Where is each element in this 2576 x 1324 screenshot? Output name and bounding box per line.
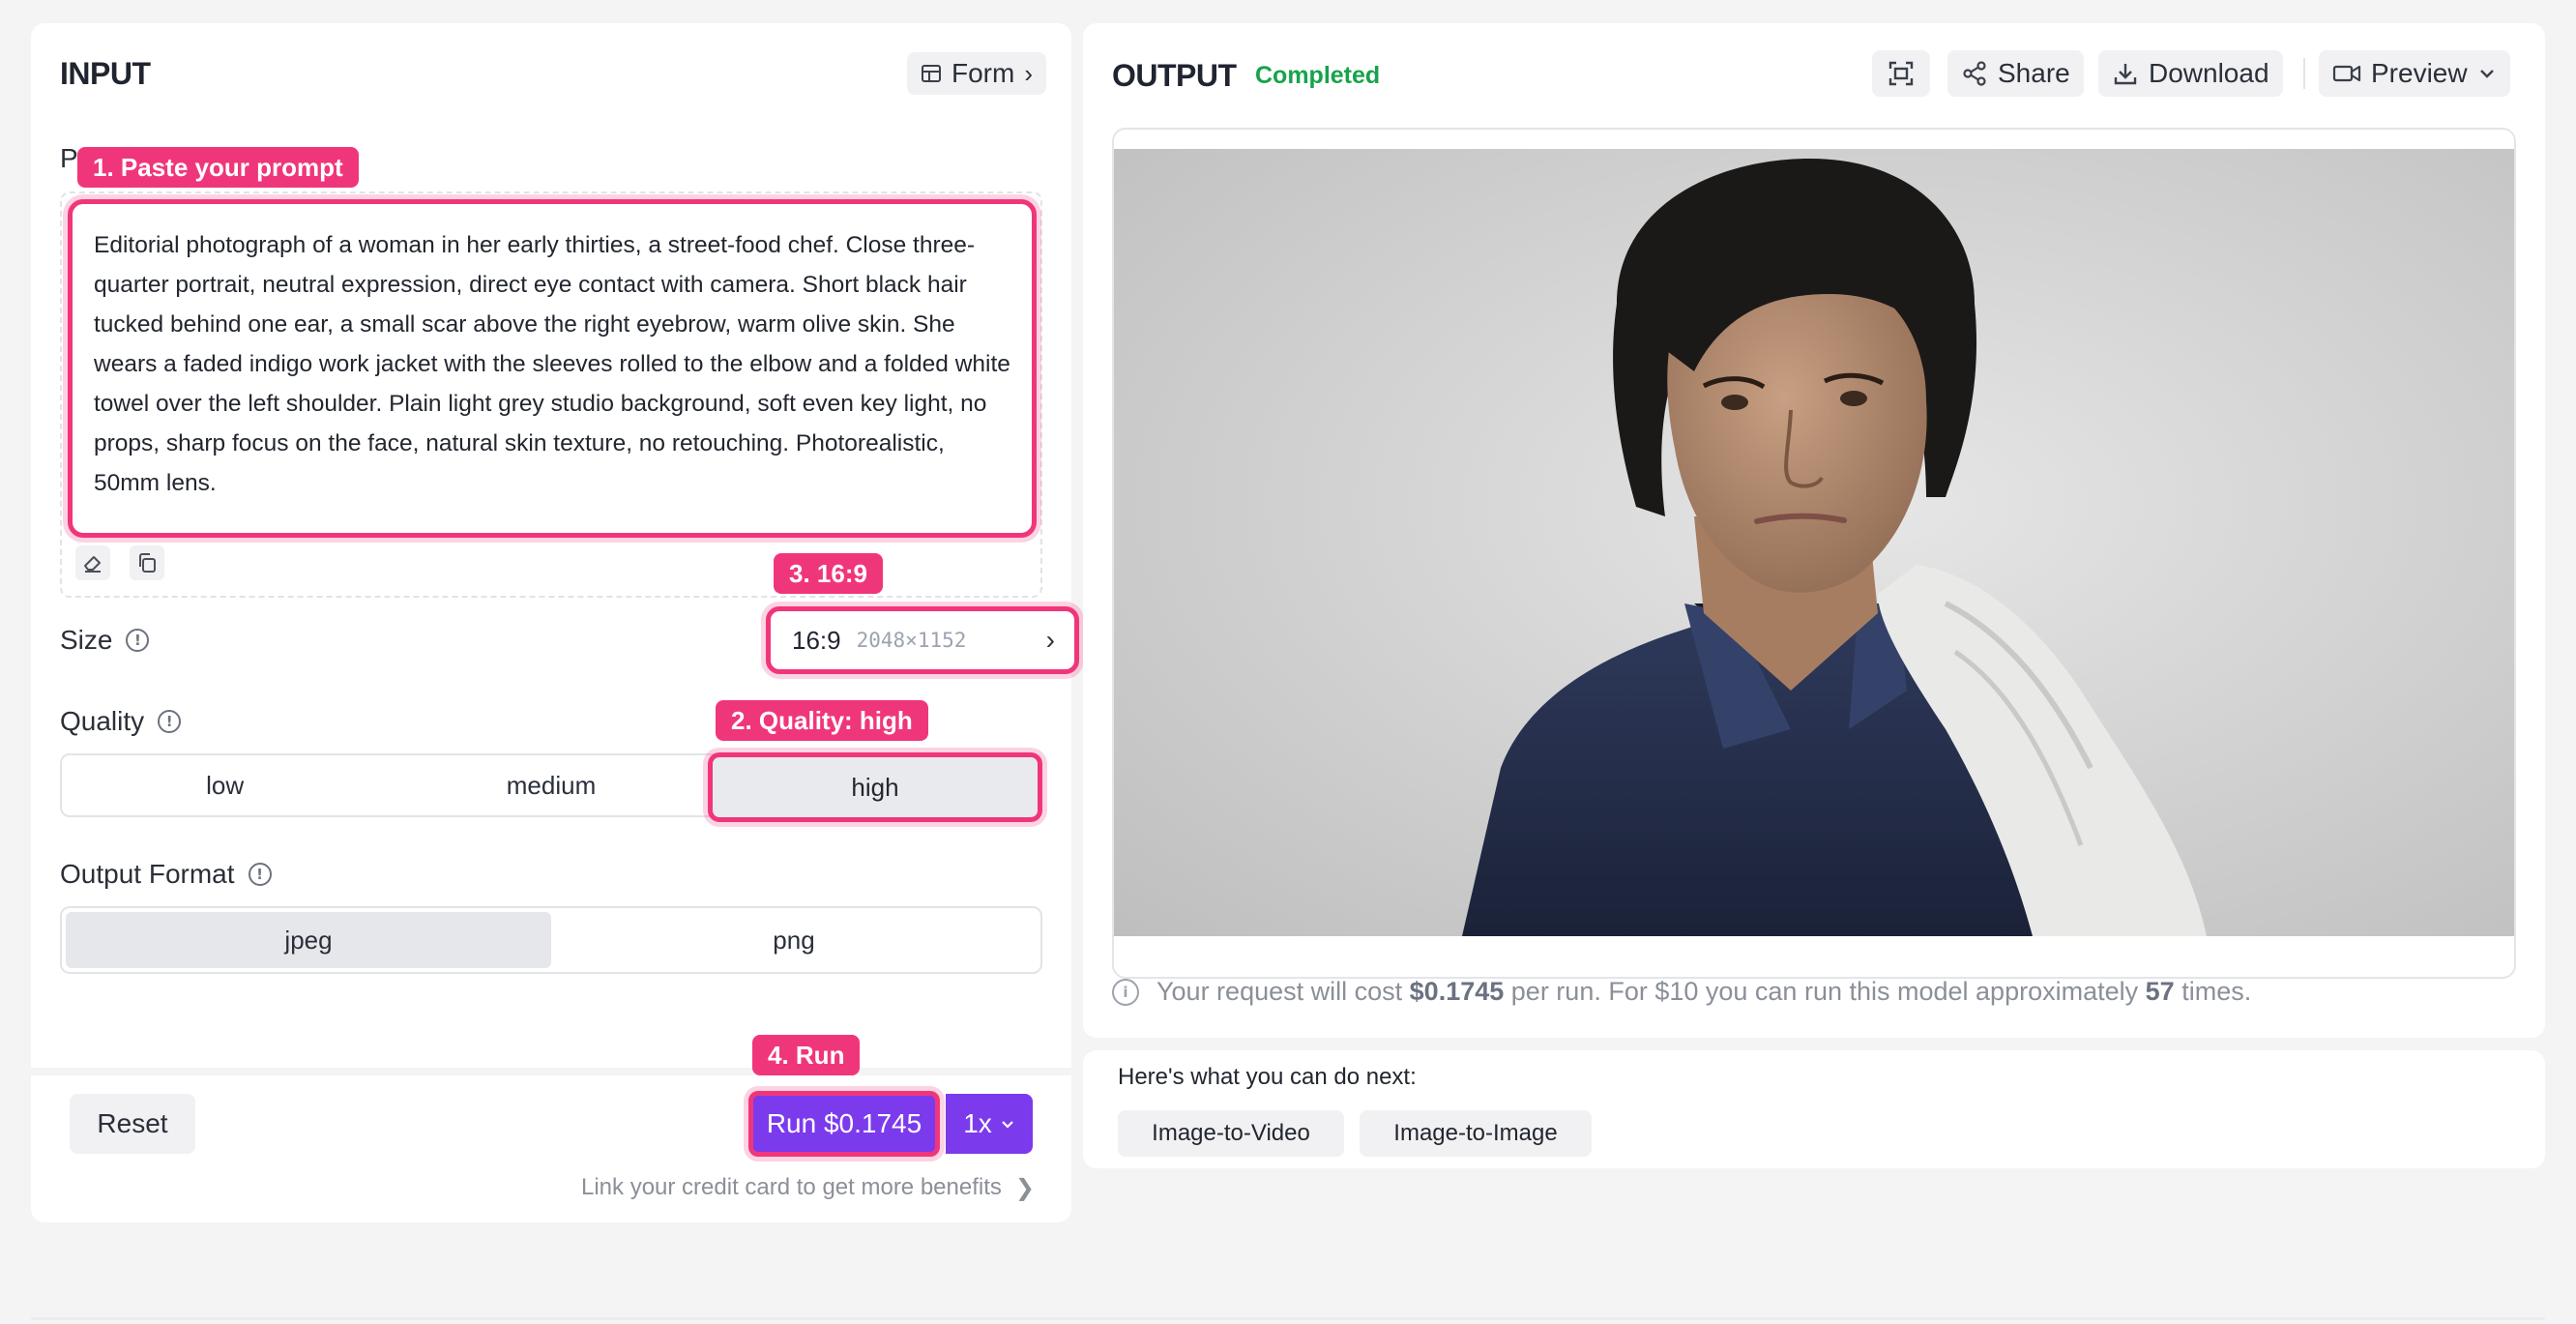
size-select[interactable]: 16:9 2048×1152 › [766,606,1079,674]
output-format-label: Output Format [60,859,235,889]
link-credit-card-link[interactable]: Link your credit card to get more benefi… [581,1174,1035,1202]
status-badge: Completed [1255,62,1381,89]
bottom-divider [31,1317,2545,1320]
step-badge-prompt: 1. Paste your prompt [77,147,359,188]
run-button[interactable]: Run $0.1745 [748,1091,940,1157]
cost-middle: per run. For $10 you can run this model … [1510,977,2139,1006]
download-label: Download [2149,58,2269,88]
quality-option-high[interactable]: high [708,752,1042,822]
output-format-selector: jpeg png [60,906,1042,974]
chevron-down-icon [2479,70,2494,78]
video-camera-icon [2332,65,2361,82]
format-option-png[interactable]: png [551,912,1037,968]
output-panel: OUTPUT Completed Share Download Preview [1083,23,2545,1038]
clear-prompt-button[interactable] [75,545,110,580]
fullscreen-button[interactable] [1872,50,1930,97]
next-steps-heading: Here's what you can do next: [1118,1064,1417,1090]
step-badge-quality: 2. Quality: high [716,700,928,741]
output-image-frame [1112,128,2516,979]
eraser-icon [84,556,101,573]
run-multiplier-value: 1x [963,1108,992,1138]
cost-count: 57 [2145,977,2175,1006]
size-dimensions: 2048×1152 [856,629,967,652]
footer-divider [31,1068,1071,1075]
info-icon[interactable]: ! [126,629,150,652]
output-image[interactable] [1114,149,2514,936]
share-button[interactable]: Share [1947,50,2084,97]
size-label: Size [60,625,113,655]
size-label-row: Size ! [60,625,150,656]
output-title: OUTPUT [1112,58,1237,93]
share-label: Share [1998,58,2070,88]
chevron-right-icon: › [1024,58,1033,88]
quality-option-medium[interactable]: medium [388,755,714,815]
input-panel: INPUT Form › P Editorial photograph of a… [31,23,1079,1222]
credit-link-text: Link your credit card to get more benefi… [581,1174,1002,1200]
share-icon [1963,61,1986,86]
info-icon[interactable]: ! [158,710,182,733]
chevron-right-icon: ❯ [1014,1175,1035,1201]
chevron-right-icon: › [1045,625,1055,655]
copy-icon [139,553,156,573]
format-option-jpeg[interactable]: jpeg [66,912,551,968]
toolbar-divider [2303,58,2305,89]
step-badge-size: 3. 16:9 [774,553,883,594]
info-icon[interactable]: ! [248,863,272,886]
form-toggle-button[interactable]: Form › [907,52,1046,95]
format-label-row: Output Format ! [60,859,272,890]
reset-button[interactable]: Reset [70,1094,195,1154]
quality-label-row: Quality ! [60,706,182,737]
download-button[interactable]: Download [2098,50,2283,97]
download-icon [2114,64,2137,85]
image-to-video-button[interactable]: Image-to-Video [1118,1110,1344,1157]
size-ratio: 16:9 [792,625,841,655]
next-steps-panel: Here's what you can do next: Image-to-Vi… [1083,1050,2545,1168]
cost-info: i Your request will cost $0.1745 per run… [1112,977,2251,1007]
preview-dropdown[interactable]: Preview [2319,50,2510,97]
portrait-image [1114,149,2514,936]
fullscreen-icon [1888,61,1914,86]
cost-suffix: times. [2181,977,2252,1006]
run-multiplier-dropdown[interactable]: 1x [946,1094,1033,1154]
form-toggle-label: Form [951,58,1015,88]
info-icon: i [1112,978,1139,1006]
prompt-textarea[interactable]: Editorial photograph of a woman in her e… [68,199,1037,538]
quality-option-low[interactable]: low [62,755,388,815]
step-badge-run: 4. Run [752,1035,861,1075]
cost-prefix: Your request will cost [1156,977,1403,1006]
image-to-image-button[interactable]: Image-to-Image [1360,1110,1592,1157]
prompt-label: P [60,143,78,173]
quality-label: Quality [60,706,145,736]
preview-label: Preview [2371,58,2468,88]
cost-amount: $0.1745 [1409,977,1505,1006]
table-icon [922,65,941,82]
copy-prompt-button[interactable] [130,545,164,580]
input-title: INPUT [60,56,151,91]
chevron-down-icon [1002,1121,1013,1129]
